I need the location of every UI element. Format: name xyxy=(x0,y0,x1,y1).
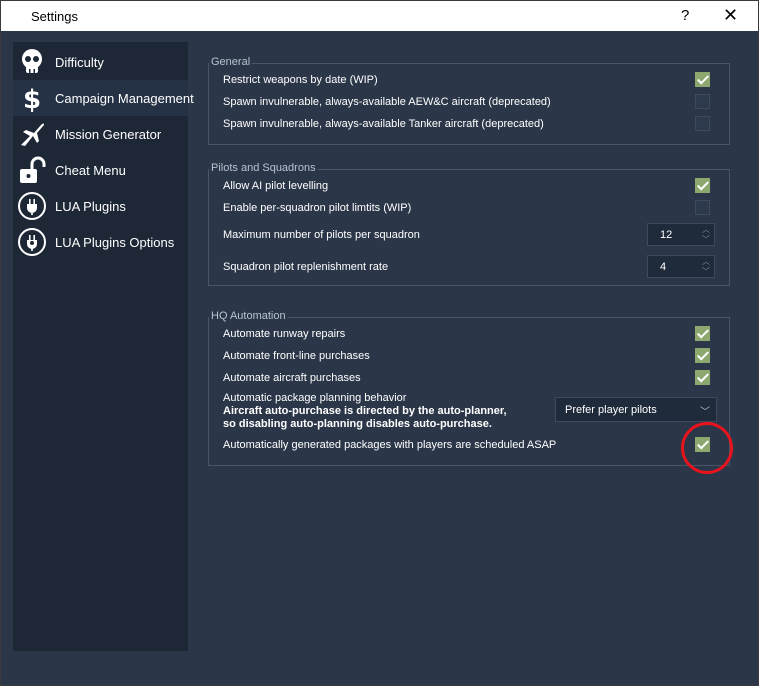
aircraft-purchases-label: Automate aircraft purchases xyxy=(223,372,361,384)
replenish-rate-label: Squadron pilot replenishment rate xyxy=(223,261,389,273)
front-line-purchases-checkbox[interactable] xyxy=(695,348,710,363)
asap-label: Automatically generated packages with pl… xyxy=(223,439,557,451)
sidebar-item-lua-plugins-options[interactable]: LUA Plugins Options xyxy=(13,224,188,260)
window-title: Settings xyxy=(31,9,78,24)
sidebar-item-label: Difficulty xyxy=(55,55,104,70)
spawn-tanker-label: Spawn invulnerable, always-available Tan… xyxy=(223,118,544,130)
front-line-purchases-label: Automate front-line purchases xyxy=(223,350,370,362)
hq-automation-group: HQ Automation Automate runway repairs Au… xyxy=(208,310,730,466)
sidebar-item-label: Cheat Menu xyxy=(55,163,126,178)
settings-window: Settings ? ✕ Difficulty $ Campaign Manag… xyxy=(0,0,759,686)
settings-sidebar: Difficulty $ Campaign Management Mission… xyxy=(13,42,194,651)
group-title: HQ Automation xyxy=(209,310,288,322)
svg-text:$: $ xyxy=(23,85,41,113)
chevron-down-icon: ﹀ xyxy=(700,407,710,418)
runway-repairs-label: Automate runway repairs xyxy=(223,328,346,340)
sidebar-item-difficulty[interactable]: Difficulty xyxy=(13,44,188,80)
unlock-icon xyxy=(17,155,47,185)
plug-icon xyxy=(17,191,47,221)
replenish-rate-spinbox[interactable]: 4 ︿ ﹀ xyxy=(647,255,715,278)
group-title: General xyxy=(209,56,253,68)
squadron-pilot-limits-checkbox[interactable] xyxy=(695,200,710,215)
spawn-awacs-label: Spawn invulnerable, always-available AEW… xyxy=(223,96,551,108)
ai-pilot-levelling-checkbox[interactable] xyxy=(695,178,710,193)
spawn-awacs-checkbox[interactable] xyxy=(695,94,710,109)
jet-icon xyxy=(17,119,47,149)
sidebar-item-cheat-menu[interactable]: Cheat Menu xyxy=(13,152,188,188)
sidebar-item-lua-plugins[interactable]: LUA Plugins xyxy=(13,188,188,224)
pilots-group: Pilots and Squadrons Allow AI pilot leve… xyxy=(208,162,730,286)
sidebar-item-mission-generator[interactable]: Mission Generator xyxy=(13,116,188,152)
plug-settings-icon xyxy=(17,227,47,257)
help-button[interactable]: ? xyxy=(681,7,689,24)
planning-note-line1: Aircraft auto-purchase is directed by th… xyxy=(223,405,507,417)
sidebar-item-label: Mission Generator xyxy=(55,127,162,142)
dollar-icon: $ xyxy=(17,83,47,115)
close-button[interactable]: ✕ xyxy=(723,5,738,26)
title-bar: Settings ? ✕ xyxy=(1,1,758,31)
aircraft-purchases-checkbox[interactable] xyxy=(695,370,710,385)
sidebar-item-campaign-management[interactable]: $ Campaign Management xyxy=(13,80,194,116)
spinbox-value: 12 xyxy=(660,229,673,241)
spinbox-arrows-icon[interactable]: ︿ ﹀ xyxy=(702,257,710,277)
restrict-weapons-checkbox[interactable] xyxy=(695,72,710,87)
restrict-weapons-label: Restrict weapons by date (WIP) xyxy=(223,74,378,86)
planning-note-line2: so disabling auto-planning disables auto… xyxy=(223,418,492,430)
group-title: Pilots and Squadrons xyxy=(209,162,318,174)
skull-icon xyxy=(17,47,47,77)
select-value: Prefer player pilots xyxy=(565,404,657,416)
runway-repairs-checkbox[interactable] xyxy=(695,326,710,341)
general-group: General Restrict weapons by date (WIP) S… xyxy=(208,56,730,145)
spinbox-value: 4 xyxy=(660,261,667,273)
max-pilots-spinbox[interactable]: 12 ︿ ﹀ xyxy=(647,223,715,246)
package-planning-select[interactable]: Prefer player pilots ﹀ xyxy=(555,397,717,422)
sidebar-item-label: LUA Plugins xyxy=(55,199,126,214)
spawn-tanker-checkbox[interactable] xyxy=(695,116,710,131)
spinbox-arrows-icon[interactable]: ︿ ﹀ xyxy=(702,225,710,245)
max-pilots-label: Maximum number of pilots per squadron xyxy=(223,229,420,241)
sidebar-item-label: Campaign Management xyxy=(55,91,194,106)
ai-pilot-levelling-label: Allow AI pilot levelling xyxy=(223,180,329,192)
squadron-pilot-limits-label: Enable per-squadron pilot limtits (WIP) xyxy=(223,202,412,214)
sidebar-item-label: LUA Plugins Options xyxy=(55,235,175,250)
package-planning-label: Automatic package planning behavior xyxy=(223,392,407,404)
